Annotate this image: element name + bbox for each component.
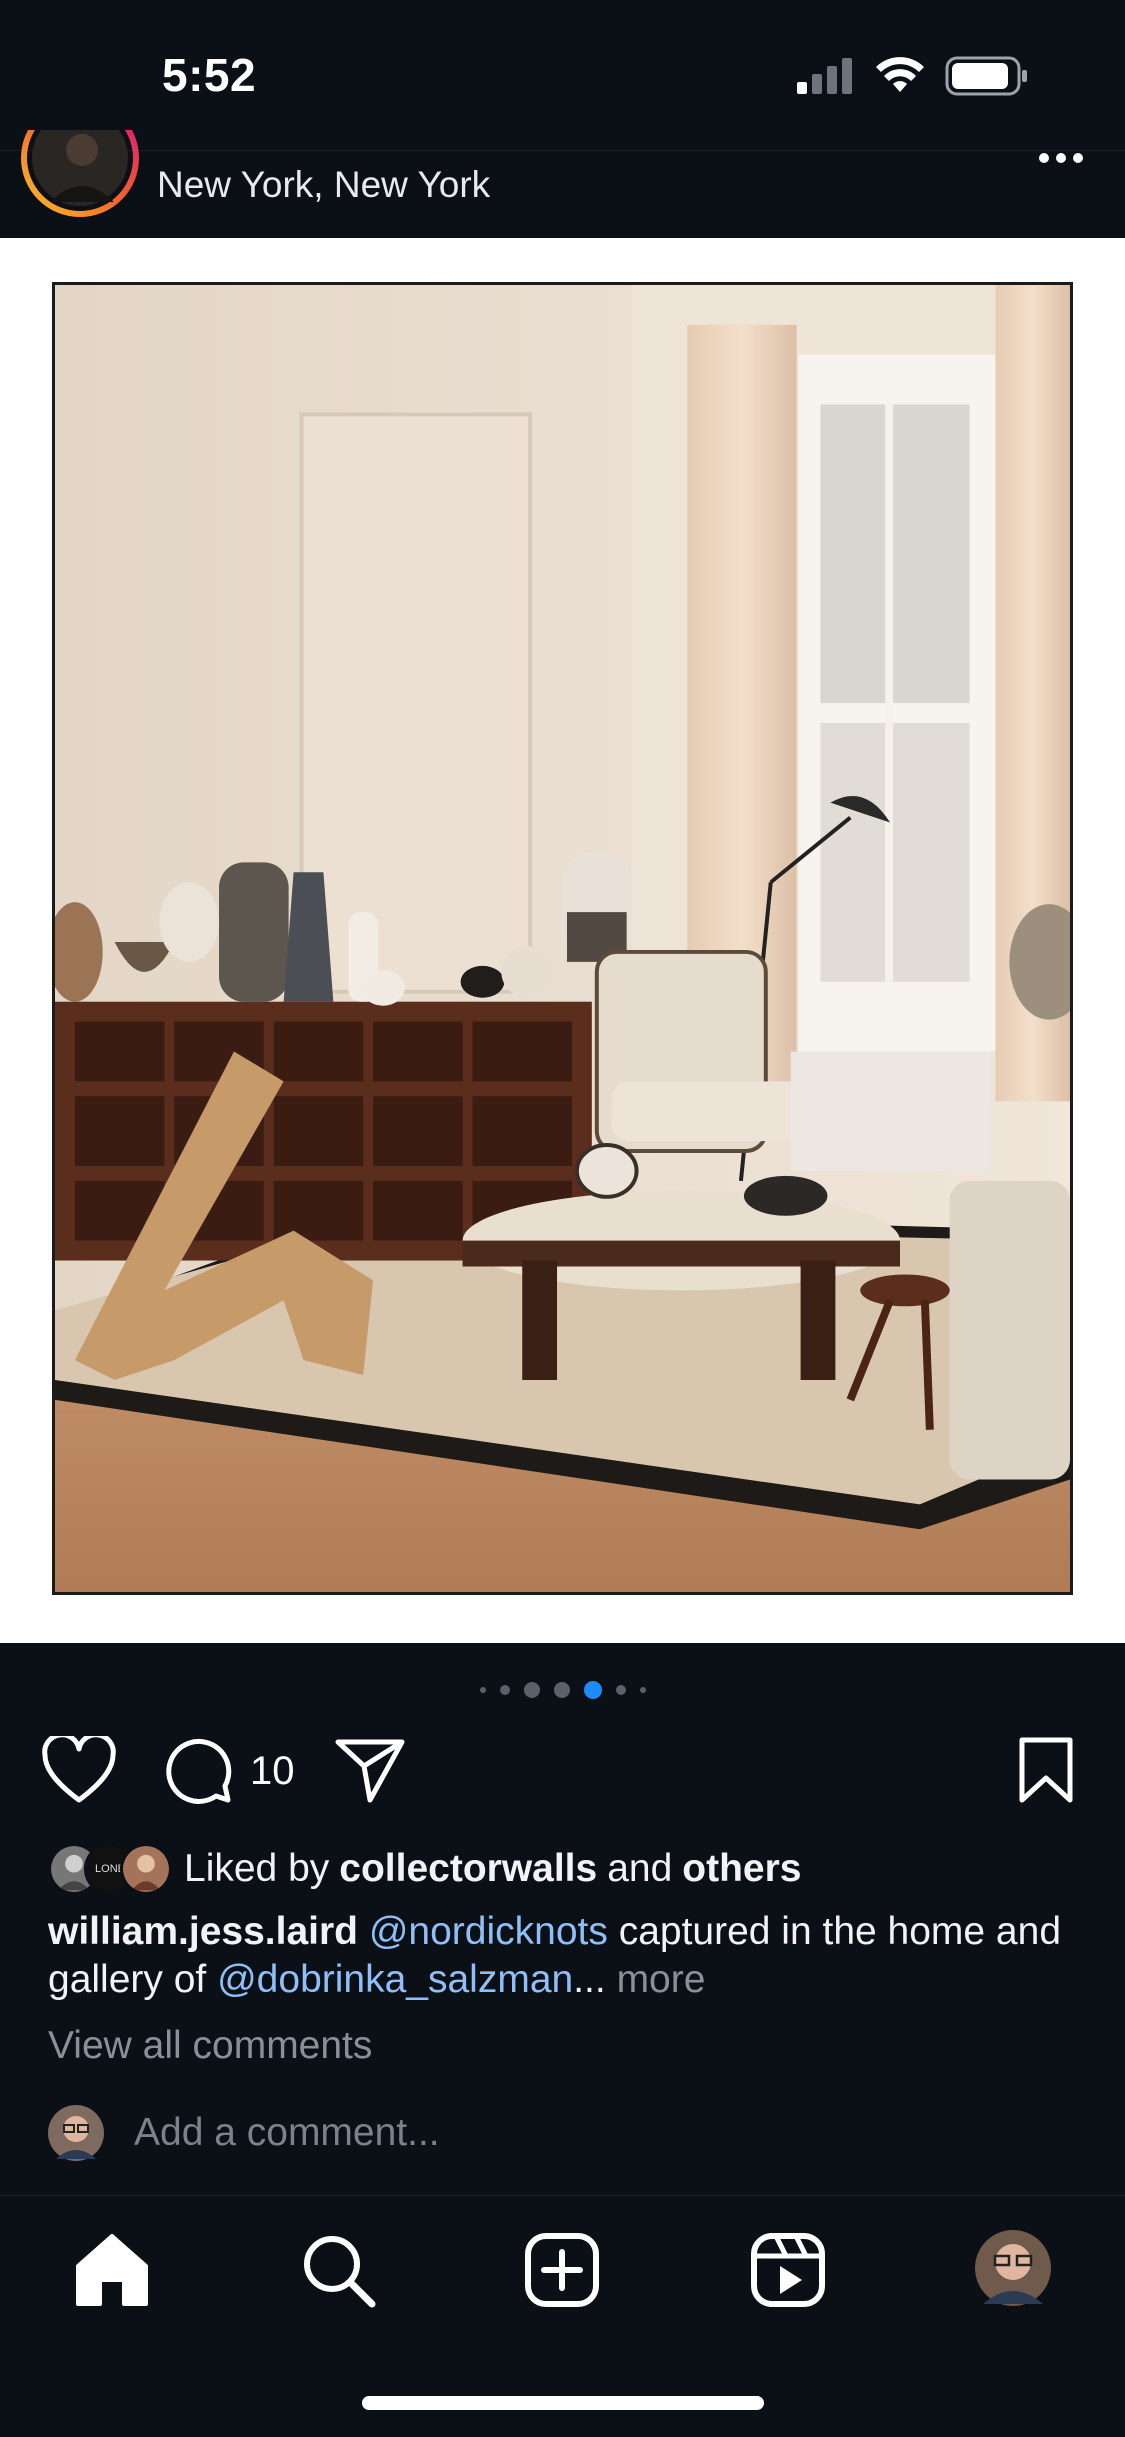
signal-icon: [797, 58, 852, 94]
carousel-dot: [523, 1682, 540, 1698]
status-time: 5:52: [162, 49, 257, 101]
create-icon[interactable]: [522, 2230, 602, 2310]
likes-others[interactable]: others: [682, 1847, 801, 1891]
wifi-icon: [876, 57, 924, 92]
battery-icon: [945, 56, 1027, 96]
post-caption: william.jess.laird @nordicknots captured…: [48, 1908, 1088, 2004]
caption-more-link[interactable]: more: [617, 1958, 706, 2001]
carousel-dot: [639, 1687, 646, 1693]
like-heart-icon[interactable]: [42, 1736, 116, 1806]
likes-summary[interactable]: LONE Liked by collectorwalls and others: [48, 1840, 1088, 1898]
comment-count[interactable]: 10: [250, 1749, 295, 1794]
likes-prefix: Liked by: [184, 1847, 330, 1890]
home-icon[interactable]: [72, 2230, 152, 2310]
likes-username[interactable]: collectorwalls: [339, 1847, 597, 1891]
carousel-indicator: [0, 1680, 1125, 1700]
liker-avatar: [120, 1843, 172, 1895]
caption-author[interactable]: william.jess.laird: [48, 1910, 358, 1953]
carousel-dot: [615, 1685, 626, 1695]
carousel-dot-active: [583, 1681, 602, 1699]
author-avatar[interactable]: [20, 130, 140, 220]
view-all-comments-link[interactable]: View all comments: [48, 2024, 372, 2068]
reels-icon[interactable]: [748, 2230, 828, 2310]
post-photo[interactable]: [52, 282, 1073, 1595]
share-send-icon[interactable]: [334, 1736, 406, 1806]
carousel-dot: [499, 1685, 510, 1695]
caption-ellipsis: ...: [573, 1958, 606, 2001]
post-location[interactable]: New York, New York: [157, 164, 490, 206]
likes-and: and: [607, 1847, 673, 1890]
more-options-icon[interactable]: [1036, 150, 1086, 166]
carousel-dot: [553, 1682, 570, 1698]
profile-avatar[interactable]: [973, 2228, 1053, 2308]
caption-mention[interactable]: @dobrinka_salzman: [217, 1958, 573, 2001]
home-indicator: [362, 2396, 764, 2410]
carousel-dot: [479, 1687, 486, 1693]
comment-icon[interactable]: [164, 1736, 234, 1806]
search-icon[interactable]: [298, 2230, 378, 2310]
save-bookmark-icon[interactable]: [1016, 1736, 1076, 1806]
current-user-avatar: [48, 2105, 104, 2161]
add-comment-input[interactable]: Add a comment...: [134, 2111, 440, 2155]
caption-mention[interactable]: @nordicknots: [369, 1910, 608, 1953]
add-comment-row[interactable]: Add a comment...: [48, 2105, 440, 2161]
